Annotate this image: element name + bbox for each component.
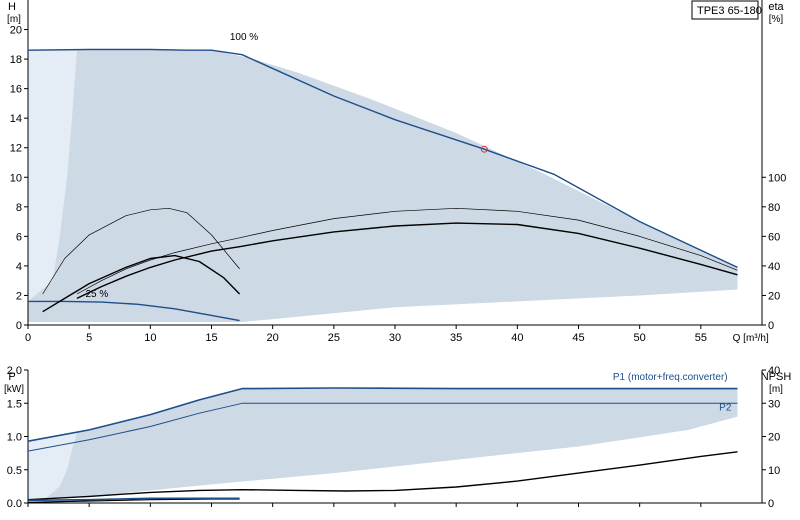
- y-tick-label-left: 4: [16, 261, 22, 273]
- curve-annotation: 25 %: [85, 289, 108, 300]
- y-tick-label-right: 30: [768, 398, 780, 410]
- y-tick-label-left: 0: [16, 320, 22, 332]
- x-axis-label: Q [m³/h]: [733, 333, 769, 344]
- x-tick-label: 5: [86, 332, 92, 344]
- x-tick-label: 20: [267, 332, 279, 344]
- y-tick-label-right: 40: [768, 261, 780, 273]
- x-tick-label: 50: [634, 332, 646, 344]
- top-chart-h-eta: 0 2 4 6 8 10 12 14 16 18 20 0 20 40 60 80 100 0 5 10 15 20 25 3…: [7, 0, 786, 344]
- y-tick-label-left: 1.5: [7, 398, 22, 410]
- model-label: TPE3 65-180: [697, 5, 762, 17]
- operating-area: [28, 50, 738, 322]
- y-tick-label-right: 100: [768, 172, 786, 184]
- y-tick-label-right: 10: [768, 465, 780, 477]
- x-tick-label: 15: [205, 332, 217, 344]
- y-unit-right: [m]: [769, 384, 783, 395]
- y-tick-label-right: 20: [768, 290, 780, 302]
- y-tick-label-left: 0.5: [7, 465, 22, 477]
- series-label: P2: [719, 403, 732, 414]
- x-tick-label: 45: [572, 332, 584, 344]
- y-label-left: H: [8, 1, 16, 13]
- model-label-box: TPE3 65-180: [691, 0, 762, 20]
- x-tick-label: 35: [450, 332, 462, 344]
- y-unit-left: [m]: [7, 14, 21, 25]
- y-tick-label-left: 2: [16, 290, 22, 302]
- x-tick-label: 40: [511, 332, 523, 344]
- y-tick-label-left: 16: [10, 84, 22, 96]
- y-tick-label-left: 12: [10, 143, 22, 155]
- y-tick-label-right: 0: [768, 498, 774, 510]
- y-tick-label-left: 0.0: [7, 498, 22, 510]
- y-label-right: eta: [768, 1, 784, 13]
- series-label: P1 (motor+freq.converter): [613, 372, 728, 383]
- bottom-chart-p-npsh: 0.00.51.01.52.0010203040P[kW]NPSH[m]P1 (…: [4, 365, 791, 510]
- x-tick-label: 30: [389, 332, 401, 344]
- y-tick-label-left: 10: [10, 172, 22, 184]
- y-tick-label-right: 20: [768, 432, 780, 444]
- x-tick-label: 55: [695, 332, 707, 344]
- y-label-right: NPSH: [761, 371, 792, 383]
- y-unit-right: [%]: [769, 14, 784, 25]
- y-tick-label-left: 8: [16, 202, 22, 214]
- y-tick-label-right: 60: [768, 231, 780, 243]
- y-tick-label-left: 18: [10, 54, 22, 66]
- x-tick-label: 0: [25, 332, 31, 344]
- curve-annotation: 100 %: [230, 32, 258, 43]
- x-tick-label: 25: [328, 332, 340, 344]
- chart-svg: 024681012141618200204060801000 5 10 15 20 25 3…: [4, 0, 791, 510]
- y-tick-label-left: 20: [10, 25, 22, 37]
- pump-curve-chart: 0 2 4 6 8 10 12 14 16 18 20 0 20 40 60 80 100 0 5 10 15 20 25 3…: [0, 0, 800, 520]
- y-tick-label-right: 80: [768, 202, 780, 214]
- x-tick-label: 10: [144, 332, 156, 344]
- y-label-left: P: [8, 371, 15, 383]
- y-tick-label-left: 1.0: [7, 432, 22, 444]
- y-tick-label-left: 14: [10, 113, 22, 125]
- operating-area: [28, 388, 738, 500]
- y-tick-label-left: 6: [16, 231, 22, 243]
- y-tick-label-right: 0: [768, 320, 774, 332]
- y-unit-left: [kW]: [4, 384, 24, 395]
